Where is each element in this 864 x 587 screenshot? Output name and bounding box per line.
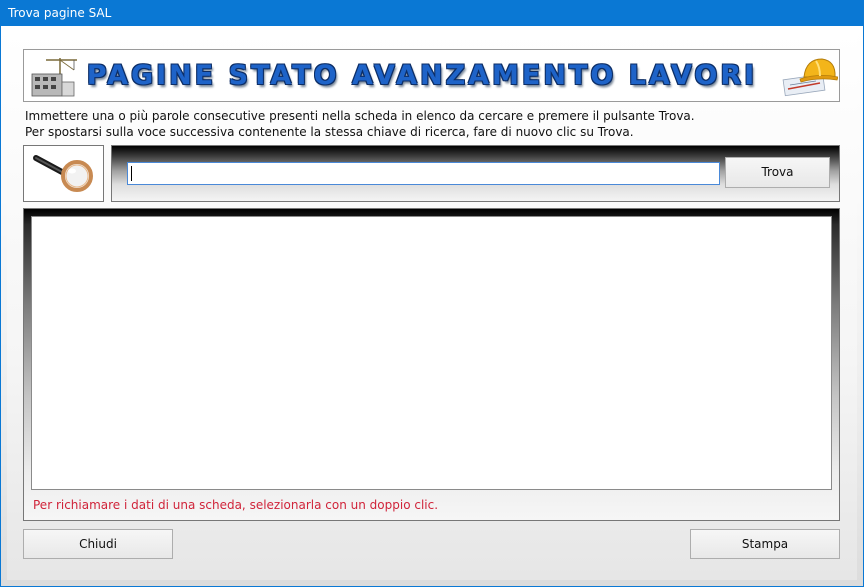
- hardhat-blueprint-icon: [782, 58, 838, 97]
- search-input[interactable]: [127, 162, 720, 185]
- instruction-line-2: Per spostarsi sulla voce successiva cont…: [25, 125, 634, 139]
- instruction-line-1: Immettere una o più parole consecutive p…: [25, 109, 695, 123]
- window-title: Trova pagine SAL: [8, 6, 112, 20]
- search-button[interactable]: Trova: [725, 157, 830, 188]
- results-list[interactable]: [31, 216, 832, 490]
- print-button[interactable]: Stampa: [690, 529, 840, 559]
- search-icon-box: [23, 145, 104, 202]
- header-banner: PAGINE STATO AVANZAMENTO LAVORI: [23, 49, 840, 102]
- building-construction-icon: [31, 58, 77, 97]
- close-button[interactable]: Chiudi: [23, 529, 173, 559]
- window-title-bar[interactable]: Trova pagine SAL: [0, 0, 864, 26]
- banner-title: PAGINE STATO AVANZAMENTO LAVORI: [86, 60, 758, 91]
- results-hint: Per richiamare i dati di una scheda, sel…: [33, 498, 439, 512]
- magnifier-icon: [33, 155, 93, 192]
- text-caret: [131, 166, 132, 181]
